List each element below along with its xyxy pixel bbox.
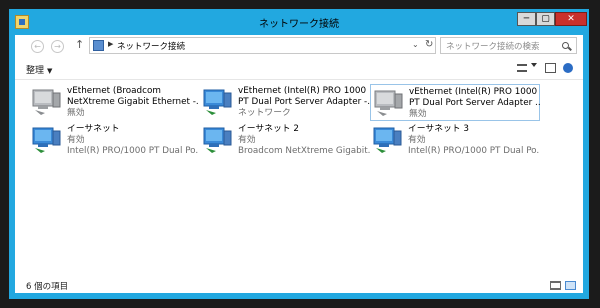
close-button[interactable]: ✕	[555, 12, 587, 26]
change-view-icon[interactable]	[517, 64, 527, 72]
maximize-button[interactable]: ▢	[536, 12, 555, 26]
item-description: Broadcom NetXtreme Gigabit...	[238, 146, 370, 156]
item-list: vEthernet (Broadcom NetXtreme Gigabit Et…	[15, 84, 583, 264]
details-view-icon[interactable]	[550, 281, 561, 290]
network-adapter-disabled-icon	[32, 89, 61, 115]
chevron-down-icon: ▼	[47, 67, 53, 75]
help-icon[interactable]	[563, 63, 573, 73]
list-item[interactable]: vEthernet (Intel(R) PRO 1000 PT Dual Por…	[370, 84, 541, 121]
back-arrow-icon: ←	[34, 42, 41, 51]
item-description: Intel(R) PRO/1000 PT Dual Po...	[67, 146, 199, 156]
network-adapter-connected-icon	[203, 89, 232, 115]
item-name: vEthernet (Broadcom	[67, 86, 161, 96]
list-item[interactable]: イーサネット 有効 Intel(R) PRO/1000 PT Dual Po..…	[29, 122, 199, 159]
list-item[interactable]: vEthernet (Intel(R) PRO 1000 PT Dual Por…	[200, 84, 370, 121]
chevron-down-icon[interactable]: ⌄	[412, 40, 419, 49]
forward-button[interactable]: →	[51, 40, 64, 53]
list-item[interactable]: イーサネット 3 有効 Intel(R) PRO/1000 PT Dual Po…	[370, 122, 540, 159]
item-name: イーサネット	[67, 124, 120, 134]
breadcrumb[interactable]: ネットワーク接続	[117, 40, 185, 52]
item-status: 有効	[238, 135, 256, 145]
breadcrumb-separator-icon[interactable]: ▶	[108, 40, 113, 48]
window: ネットワーク接続 ─ ▢ ✕ ← → ↑ ▶ ネットワーク接続 ⌄ ↻ ネットワ…	[9, 9, 589, 299]
network-adapter-connected-icon	[373, 127, 402, 153]
close-icon: ✕	[567, 14, 575, 24]
item-status: 無効	[409, 109, 427, 119]
organize-menu-button[interactable]: 整理 ▼	[26, 63, 52, 76]
item-status: ネットワーク	[238, 108, 291, 118]
item-description: PT Dual Port Server Adapter -...	[238, 97, 370, 107]
item-name: vEthernet (Intel(R) PRO 1000	[409, 87, 538, 97]
network-connections-icon	[93, 40, 104, 51]
search-placeholder: ネットワーク接続の検索	[446, 42, 540, 52]
up-arrow-icon: ↑	[75, 38, 85, 51]
list-item[interactable]: vEthernet (Broadcom NetXtreme Gigabit Et…	[29, 84, 199, 121]
network-adapter-connected-icon	[203, 127, 232, 153]
search-input[interactable]: ネットワーク接続の検索	[440, 37, 577, 54]
path-box[interactable]: ▶ ネットワーク接続 ⌄ ↻	[89, 37, 436, 54]
item-description: Intel(R) PRO/1000 PT Dual Po...	[408, 146, 540, 156]
item-name: vEthernet (Intel(R) PRO 1000	[238, 86, 367, 96]
preview-pane-icon[interactable]	[545, 63, 556, 73]
item-status: 有効	[67, 135, 85, 145]
network-adapter-disabled-icon	[374, 90, 403, 116]
window-title: ネットワーク接続	[259, 19, 339, 30]
item-description: NetXtreme Gigabit Ethernet -...	[67, 97, 199, 107]
item-status: 無効	[67, 108, 85, 118]
refresh-icon[interactable]: ↻	[425, 39, 433, 50]
item-name: イーサネット 3	[408, 124, 469, 134]
view-options-chevron-icon[interactable]	[531, 63, 537, 67]
content-pane: 整理 ▼ vEthernet (Broadcom NetXtreme Gigabi…	[15, 57, 583, 293]
maximize-icon: ▢	[541, 14, 550, 24]
item-status: 有効	[408, 135, 426, 145]
item-count: 6 個の項目	[26, 282, 69, 292]
back-button[interactable]: ←	[31, 40, 44, 53]
item-description: PT Dual Port Server Adapter ...	[409, 98, 541, 108]
address-bar: ← → ↑ ▶ ネットワーク接続 ⌄ ↻ ネットワーク接続の検索	[15, 35, 583, 57]
title-bar[interactable]: ネットワーク接続 ─ ▢ ✕	[9, 9, 589, 35]
command-bar: 整理 ▼	[15, 57, 583, 80]
organize-label: 整理	[26, 66, 45, 76]
search-icon[interactable]	[562, 42, 569, 49]
list-item[interactable]: イーサネット 2 有効 Broadcom NetXtreme Gigabit..…	[200, 122, 370, 159]
minimize-button[interactable]: ─	[517, 12, 536, 26]
minimize-icon: ─	[523, 14, 530, 24]
large-icons-view-icon[interactable]	[565, 281, 576, 290]
up-button[interactable]: ↑	[75, 38, 84, 51]
item-name: イーサネット 2	[238, 124, 299, 134]
network-adapter-connected-icon	[32, 127, 61, 153]
status-bar: 6 個の項目	[15, 281, 583, 293]
forward-arrow-icon: →	[54, 42, 61, 51]
